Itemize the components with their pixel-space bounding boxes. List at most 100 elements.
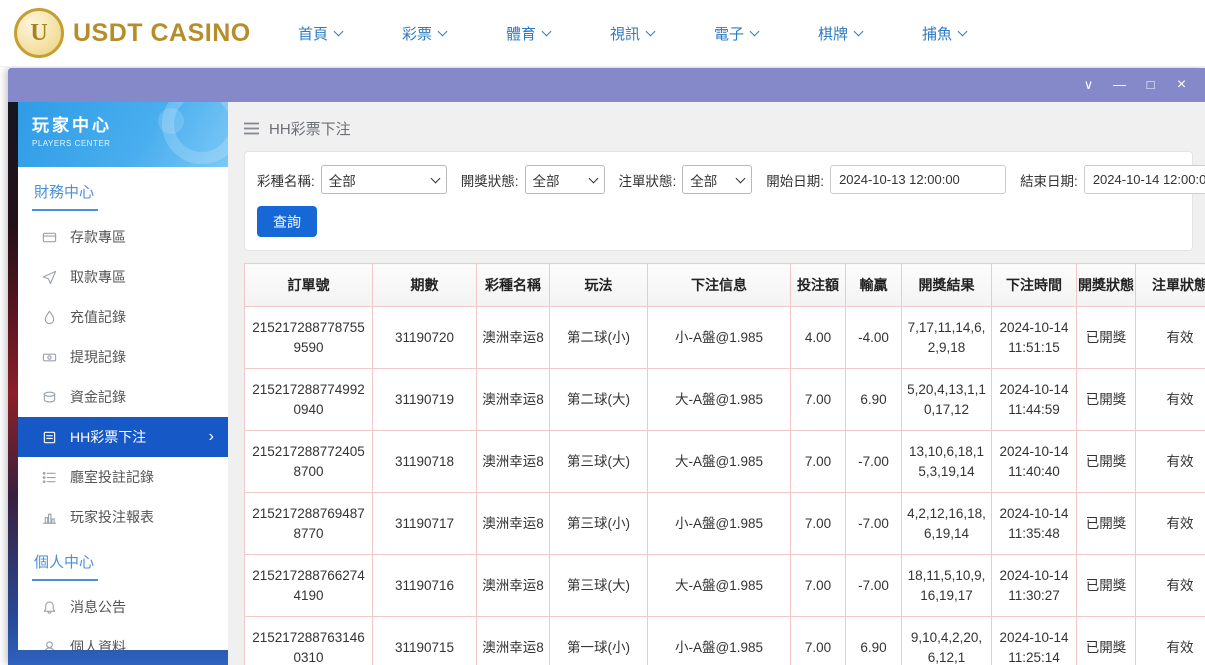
window-maximize-button[interactable]: □ xyxy=(1135,68,1166,102)
column-header: 彩種名稱 xyxy=(477,264,550,307)
table-cell: 7.00 xyxy=(791,369,846,431)
nav-item-electronic[interactable]: 電子 xyxy=(684,23,788,44)
draw-status-label: 開獎狀態: xyxy=(461,170,519,190)
table-row: 215217288766274419031190716澳洲幸运8第三球(大)大-… xyxy=(245,555,1205,617)
sidebar-item-label: 充值記錄 xyxy=(70,307,126,327)
table-cell: 大-A盤@1.985 xyxy=(648,431,791,493)
players-center-title: 玩家中心 xyxy=(32,111,228,136)
banknote-icon xyxy=(42,350,57,365)
column-header: 下注時間 xyxy=(992,264,1077,307)
sidebar-item-label: 玩家投注報表 xyxy=(70,507,154,527)
nav-item-video[interactable]: 視訊 xyxy=(580,23,684,44)
table-cell: 已開獎 xyxy=(1077,493,1136,555)
order-status-select-value: 全部 xyxy=(690,170,717,190)
draw-status-select-value: 全部 xyxy=(533,170,560,190)
logo[interactable]: U USDT CASINO xyxy=(14,8,246,58)
sidebar-menu: 財務中心存款專區取款專區充值記錄提現記錄資金記錄HH彩票下注›廳室投註記錄玩家投… xyxy=(18,181,228,650)
table-cell: 澳洲幸运8 xyxy=(477,617,550,665)
sidebar-item-recharge-records[interactable]: 充值記錄 xyxy=(18,297,228,337)
sidebar-item-hh-lottery-bets[interactable]: HH彩票下注› xyxy=(18,417,228,457)
sidebar-item-withdraw[interactable]: 取款專區 xyxy=(18,257,228,297)
column-header: 訂單號 xyxy=(245,264,373,307)
table-row: 215217288763146031031190715澳洲幸运8第一球(小)小-… xyxy=(245,617,1205,665)
chevron-down-icon xyxy=(334,27,344,37)
window-collapse-button[interactable]: ∨ xyxy=(1073,68,1104,102)
table-row: 215217288769487877031190717澳洲幸运8第三球(小)小-… xyxy=(245,493,1205,555)
nav-item-label: 電子 xyxy=(714,23,744,44)
order-status-select[interactable]: 全部 xyxy=(682,165,752,194)
window-close-button[interactable]: × xyxy=(1166,68,1197,102)
nav-item-fishing[interactable]: 捕魚 xyxy=(892,23,996,44)
nav-menu: 首頁彩票 體育 視訊 電子 棋牌 捕魚 xyxy=(268,23,996,44)
table-cell: 18,11,5,10,9,16,19,17 xyxy=(902,555,992,617)
sidebar-section-label: 財務中心 xyxy=(32,181,214,211)
chevron-down-icon xyxy=(588,174,598,184)
lottery-select[interactable]: 全部 xyxy=(321,165,447,194)
lottery-select-value: 全部 xyxy=(329,170,356,190)
table-cell: 31190720 xyxy=(373,307,477,369)
page-title-bar: HH彩票下注 xyxy=(228,102,1205,139)
table-cell: 小-A盤@1.985 xyxy=(648,617,791,665)
end-date-label: 結束日期: xyxy=(1020,170,1078,190)
table-cell: 已開獎 xyxy=(1077,617,1136,665)
table-cell: 5,20,4,13,1,10,17,12 xyxy=(902,369,992,431)
sidebar-item-label: 提現記錄 xyxy=(70,347,126,367)
main-content: HH彩票下注 彩種名稱: 全部 開獎狀態: 全部 注單狀態: xyxy=(228,102,1205,665)
table-cell: 已開獎 xyxy=(1077,369,1136,431)
table-row: 215217288778755959031190720澳洲幸运8第二球(小)小-… xyxy=(245,307,1205,369)
players-center-banner: 玩家中心 PLAYERS CENTER xyxy=(18,102,228,167)
sidebar-item-funds-records[interactable]: 資金記錄 xyxy=(18,377,228,417)
table-cell: 2152172887724058700 xyxy=(245,431,373,493)
table-cell: 31190715 xyxy=(373,617,477,665)
table-cell: 9,10,4,2,20,6,12,1 xyxy=(902,617,992,665)
table-cell: -7.00 xyxy=(846,555,902,617)
sidebar-item-room-bet-records[interactable]: 廳室投註記錄 xyxy=(18,457,228,497)
start-date-input[interactable] xyxy=(830,165,1006,194)
logo-text: USDT CASINO xyxy=(73,19,251,48)
menu-icon[interactable] xyxy=(244,122,259,135)
column-header: 下注信息 xyxy=(648,264,791,307)
table-cell: 2152172887787559590 xyxy=(245,307,373,369)
table-cell: 第二球(小) xyxy=(550,307,648,369)
sidebar-item-label: 存款專區 xyxy=(70,227,126,247)
nav-item-label: 體育 xyxy=(506,23,536,44)
table-cell: 7.00 xyxy=(791,617,846,665)
nav-item-lottery[interactable]: 彩票 xyxy=(372,23,476,44)
sidebar-item-profile[interactable]: 個人資料 xyxy=(18,627,228,650)
chevron-down-icon xyxy=(854,27,864,37)
table-cell: 13,10,6,18,15,3,19,14 xyxy=(902,431,992,493)
sidebar-item-player-bet-report[interactable]: 玩家投注報表 xyxy=(18,497,228,537)
top-navbar: U USDT CASINO 首頁彩票 體育 視訊 電子 棋牌 捕魚 xyxy=(0,0,1205,67)
table-cell: 小-A盤@1.985 xyxy=(648,307,791,369)
chevron-down-icon xyxy=(430,174,440,184)
nav-item-chess[interactable]: 棋牌 xyxy=(788,23,892,44)
sidebar-item-label: 消息公告 xyxy=(70,597,126,617)
table-cell: 7.00 xyxy=(791,431,846,493)
sidebar-item-label: 取款專區 xyxy=(70,267,126,287)
table-cell: 31190717 xyxy=(373,493,477,555)
table-cell: 有效 xyxy=(1136,431,1205,493)
sidebar-item-label: 個人資料 xyxy=(70,637,126,650)
table-cell: -7.00 xyxy=(846,431,902,493)
nav-item-label: 捕魚 xyxy=(922,23,952,44)
order-status-label: 注單狀態: xyxy=(619,170,677,190)
table-cell: 有效 xyxy=(1136,555,1205,617)
table-cell: 7.00 xyxy=(791,555,846,617)
deposit-card-icon xyxy=(42,230,57,245)
sidebar-item-cash-records[interactable]: 提現記錄 xyxy=(18,337,228,377)
logo-coin-icon: U xyxy=(14,8,64,58)
chevron-down-icon xyxy=(438,27,448,37)
draw-status-select[interactable]: 全部 xyxy=(525,165,605,194)
search-button[interactable]: 查詢 xyxy=(257,206,317,237)
window-minimize-button[interactable]: — xyxy=(1104,68,1135,102)
window-titlebar: ∨ — □ × xyxy=(8,68,1205,102)
table-cell: 已開獎 xyxy=(1077,431,1136,493)
nav-item-sports[interactable]: 體育 xyxy=(476,23,580,44)
filter-panel: 彩種名稱: 全部 開獎狀態: 全部 注單狀態: 全部 開始 xyxy=(244,151,1193,251)
table-cell: 第三球(小) xyxy=(550,493,648,555)
sidebar-item-deposit[interactable]: 存款專區 xyxy=(18,217,228,257)
table-row: 215217288774992094031190719澳洲幸运8第二球(大)大-… xyxy=(245,369,1205,431)
nav-item-home[interactable]: 首頁 xyxy=(268,23,372,44)
end-date-input[interactable] xyxy=(1084,165,1205,194)
sidebar-item-notices[interactable]: 消息公告 xyxy=(18,587,228,627)
